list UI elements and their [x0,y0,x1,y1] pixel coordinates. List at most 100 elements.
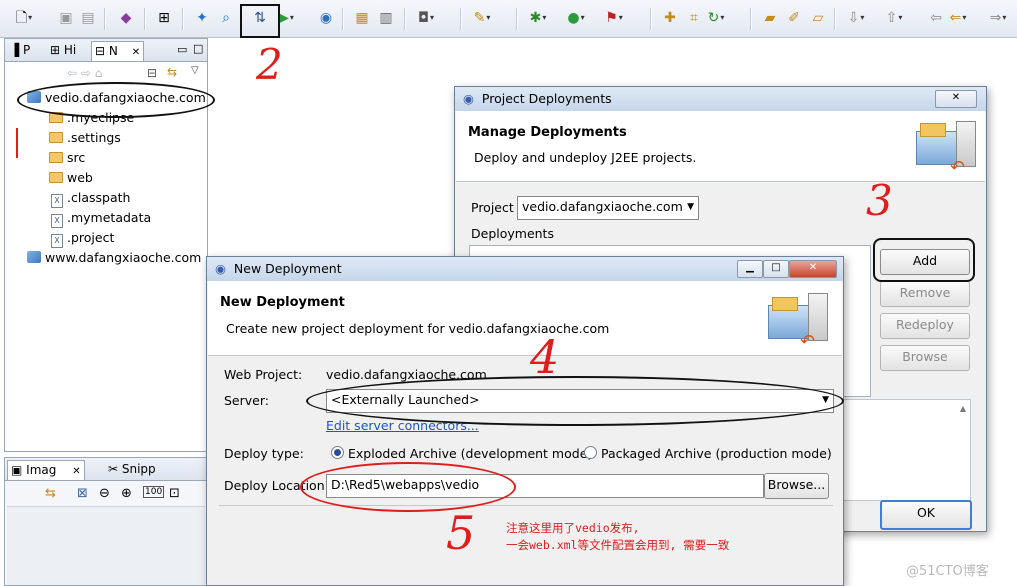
deploy-wizard-icon: ↶ [912,117,978,178]
debug-wand-icon[interactable]: ✦ [192,8,212,28]
package-icon[interactable]: ◆ [116,8,136,28]
actual-size-icon[interactable]: 100 [143,486,165,498]
annotation-box [873,238,975,282]
fit-window-icon[interactable]: ⊡ [169,486,180,501]
close-button[interactable]: ✕ [789,260,837,278]
maximize-icon[interactable]: □ [193,42,203,55]
web-project-label: Web Project: [224,367,303,382]
view-tabs: ▣ Imag ✕ ✂ Snipp [5,458,207,481]
maximize-button[interactable]: □ [763,260,789,278]
nav-back-icon[interactable]: ⇦ ⇨ ⌂ [67,66,102,80]
tree-item-folder[interactable]: src [49,148,85,168]
project-select[interactable]: vedio.dafangxiaoche.com ▼ [517,196,699,220]
header-title: New Deployment [220,295,345,310]
remove-button[interactable]: Remove [880,281,970,307]
exploded-archive-radio[interactable]: Exploded Archive (development mode) [331,446,592,461]
refresh-icon[interactable]: ↻ ▾ [706,8,726,28]
new-folder-icon[interactable]: ▱ [808,8,828,28]
dialog-titlebar: ◉ New Deployment ▁ □ ✕ [207,257,843,281]
annotation-note: 一会web.xml等文件配置会用到, 需要一致 [506,538,730,552]
redeploy-button[interactable]: Redeploy [880,313,970,339]
tree-item-file[interactable]: X .mymetadata [51,208,151,228]
main-toolbar: 🗋 ▾ ▣ ▤ ◆ ⊞ ✦ ⌕ ⇅ ▶ ▾ ◉ ▦ ▥ ◘ ▾ ✎ ▾ ✱ ▾ ● ▾ ⚑ ▾… [0,0,1017,38]
header-title: Manage Deployments [468,125,627,140]
fit-icon[interactable]: ⊠ [77,486,88,501]
browse-button[interactable]: Browse [880,345,970,371]
tree-item-folder[interactable]: web [49,168,93,188]
xml-file-icon: X [51,194,63,208]
new-wizard-icon[interactable]: 🗋 ▾ [14,8,34,28]
open-resource-icon[interactable]: ▥ [376,8,396,28]
tree-item-folder[interactable]: .settings [49,128,121,148]
tree-item-project[interactable]: www.dafangxiaoche.com [27,248,201,268]
zoom-out-icon[interactable]: ⊖ [99,486,110,501]
folder-icon [49,132,63,143]
new-class-icon[interactable]: ✎ ▾ [472,8,492,28]
annotation-ellipse [306,376,844,426]
eclipse-icon: ◉ [463,91,474,106]
collapse-all-icon[interactable]: ⊟ [147,66,157,80]
zoom-in-icon[interactable]: ⊕ [121,486,132,501]
save-icon[interactable]: ▣ [56,8,76,28]
dialog-header: Manage Deployments Deploy and undeploy J… [456,111,985,182]
back-icon[interactable]: ⇐ ▾ [948,8,968,28]
annotation-note: 注意这里用了vedio发布, [506,521,640,535]
dialog-title: New Deployment [233,261,342,276]
forward-icon[interactable]: ⇒ ▾ [988,8,1008,28]
xml-file-icon: X [51,234,63,248]
minimize-icon[interactable]: ▭ [177,43,187,56]
header-description: Deploy and undeploy J2EE projects. [474,150,697,165]
tree-item-file[interactable]: X .classpath [51,188,130,208]
packaged-archive-radio[interactable]: Packaged Archive (production mode) [584,446,832,461]
camera-icon[interactable]: ◘ ▾ [416,8,436,28]
annotation-mark: 2 [256,40,283,89]
project-label: Project [471,200,514,215]
view-menu-icon[interactable]: ▽ [191,65,199,76]
pencil-icon[interactable]: ✐ [784,8,804,28]
annotation-box [240,4,280,38]
tab-navigator[interactable]: ⊟ N ✕ [91,41,145,61]
ok-button[interactable]: OK [880,500,972,530]
open-folder-icon[interactable]: ▰ [760,8,780,28]
project-icon [27,251,41,263]
external-tools-icon[interactable]: ⚑ ▾ [604,8,624,28]
server-manager-icon[interactable]: ⊞ [154,8,174,28]
run-icon[interactable]: ● ▾ [566,8,586,28]
annotation-line [16,128,18,158]
last-edit-icon[interactable]: ⇦ [926,8,946,28]
sync-icon[interactable]: ⇆ [45,486,56,501]
annotation-mark: 5 [446,506,476,560]
minimize-button[interactable]: ▁ [737,260,763,278]
print-icon[interactable]: ▤ [78,8,98,28]
next-annotation-icon[interactable]: ⇩ ▾ [846,8,866,28]
image-viewer-panel: ▣ Imag ✕ ✂ Snipp ⇆ ⊠ ⊖ ⊕ 100 ⊡ [4,457,208,586]
web-browser-icon[interactable]: ◉ [316,8,336,28]
new-ejb-icon[interactable]: ⌗ [684,8,704,28]
deploy-wizard-icon: ↶ [764,289,836,352]
browse-button[interactable]: Browse... [764,473,829,499]
close-icon[interactable]: ✕ [72,466,80,477]
new-web-project-icon[interactable]: ✚ [660,8,680,28]
deployments-label: Deployments [471,226,554,241]
annotation-ellipse [17,82,215,118]
close-icon[interactable]: ✕ [132,47,140,58]
tab-hierarchy[interactable]: ⊞ Hi [47,41,79,60]
prev-annotation-icon[interactable]: ⇧ ▾ [884,8,904,28]
link-editor-icon[interactable]: ⇆ [167,65,177,79]
view-tabs: ▐ P ⊞ Hi ⊟ N ✕ ▭ □ [5,39,207,62]
debug-icon[interactable]: ✱ ▾ [528,8,548,28]
open-type-icon[interactable]: ▦ [352,8,372,28]
java-search-icon[interactable]: ⌕ [216,8,236,28]
dialog-header: New Deployment Create new project deploy… [208,281,842,356]
folder-icon [49,172,63,183]
dialog-titlebar: ◉ Project Deployments ✕ [455,87,986,111]
eclipse-icon: ◉ [215,261,226,276]
tab-package-explorer[interactable]: ▐ P [7,41,33,60]
close-button[interactable]: ✕ [935,90,977,108]
chevron-down-icon: ▼ [687,202,694,212]
tree-item-file[interactable]: X .project [51,228,114,248]
tab-snippets[interactable]: ✂ Snipp [105,460,159,479]
annotation-mark: 3 [866,176,893,225]
tab-image[interactable]: ▣ Imag ✕ [7,460,85,480]
scroll-up-icon[interactable]: ▲ [960,404,966,413]
